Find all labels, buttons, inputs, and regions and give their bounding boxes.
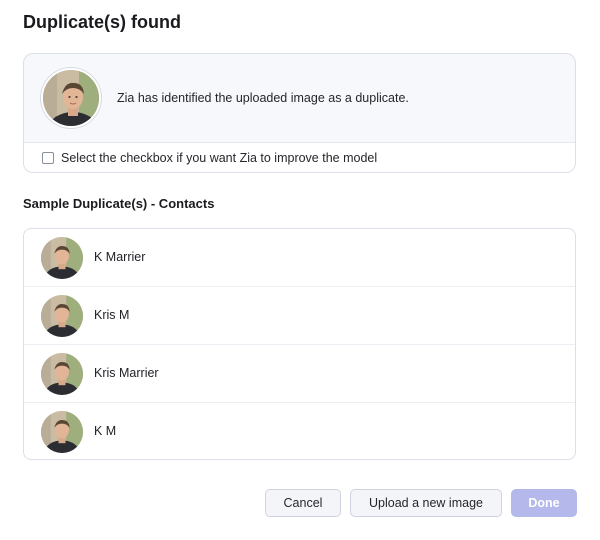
- duplicate-contacts-list: K Marrier Kris M Kris Marrier K M: [23, 228, 576, 460]
- avatar: [41, 411, 83, 453]
- avatar: [41, 295, 83, 337]
- info-card-header: Zia has identified the uploaded image as…: [24, 54, 575, 142]
- contact-name: K M: [94, 424, 117, 438]
- improve-model-label[interactable]: Select the checkbox if you want Zia to i…: [61, 151, 377, 165]
- contact-name: K Marrier: [94, 250, 146, 264]
- contact-name: Kris Marrier: [94, 366, 159, 380]
- dialog-title: Duplicate(s) found: [23, 12, 181, 32]
- duplicates-dialog: Duplicate(s) found Zia has identified th…: [0, 0, 600, 540]
- contact-name: Kris M: [94, 308, 130, 322]
- list-item[interactable]: Kris M: [24, 287, 575, 345]
- list-item[interactable]: Kris Marrier: [24, 345, 575, 403]
- list-item[interactable]: K M: [24, 403, 575, 459]
- list-item[interactable]: K Marrier: [24, 229, 575, 287]
- avatar: [41, 237, 83, 279]
- duplicate-message: Zia has identified the uploaded image as…: [117, 91, 409, 105]
- improve-model-checkbox[interactable]: [42, 152, 54, 164]
- sample-duplicates-heading: Sample Duplicate(s) - Contacts: [23, 196, 215, 211]
- improve-model-row: Select the checkbox if you want Zia to i…: [24, 142, 575, 172]
- uploaded-photo: [41, 68, 101, 128]
- cancel-button[interactable]: Cancel: [265, 489, 341, 517]
- avatar: [41, 353, 83, 395]
- done-button[interactable]: Done: [511, 489, 577, 517]
- upload-new-image-button[interactable]: Upload a new image: [350, 489, 502, 517]
- duplicate-info-card: Zia has identified the uploaded image as…: [23, 53, 576, 173]
